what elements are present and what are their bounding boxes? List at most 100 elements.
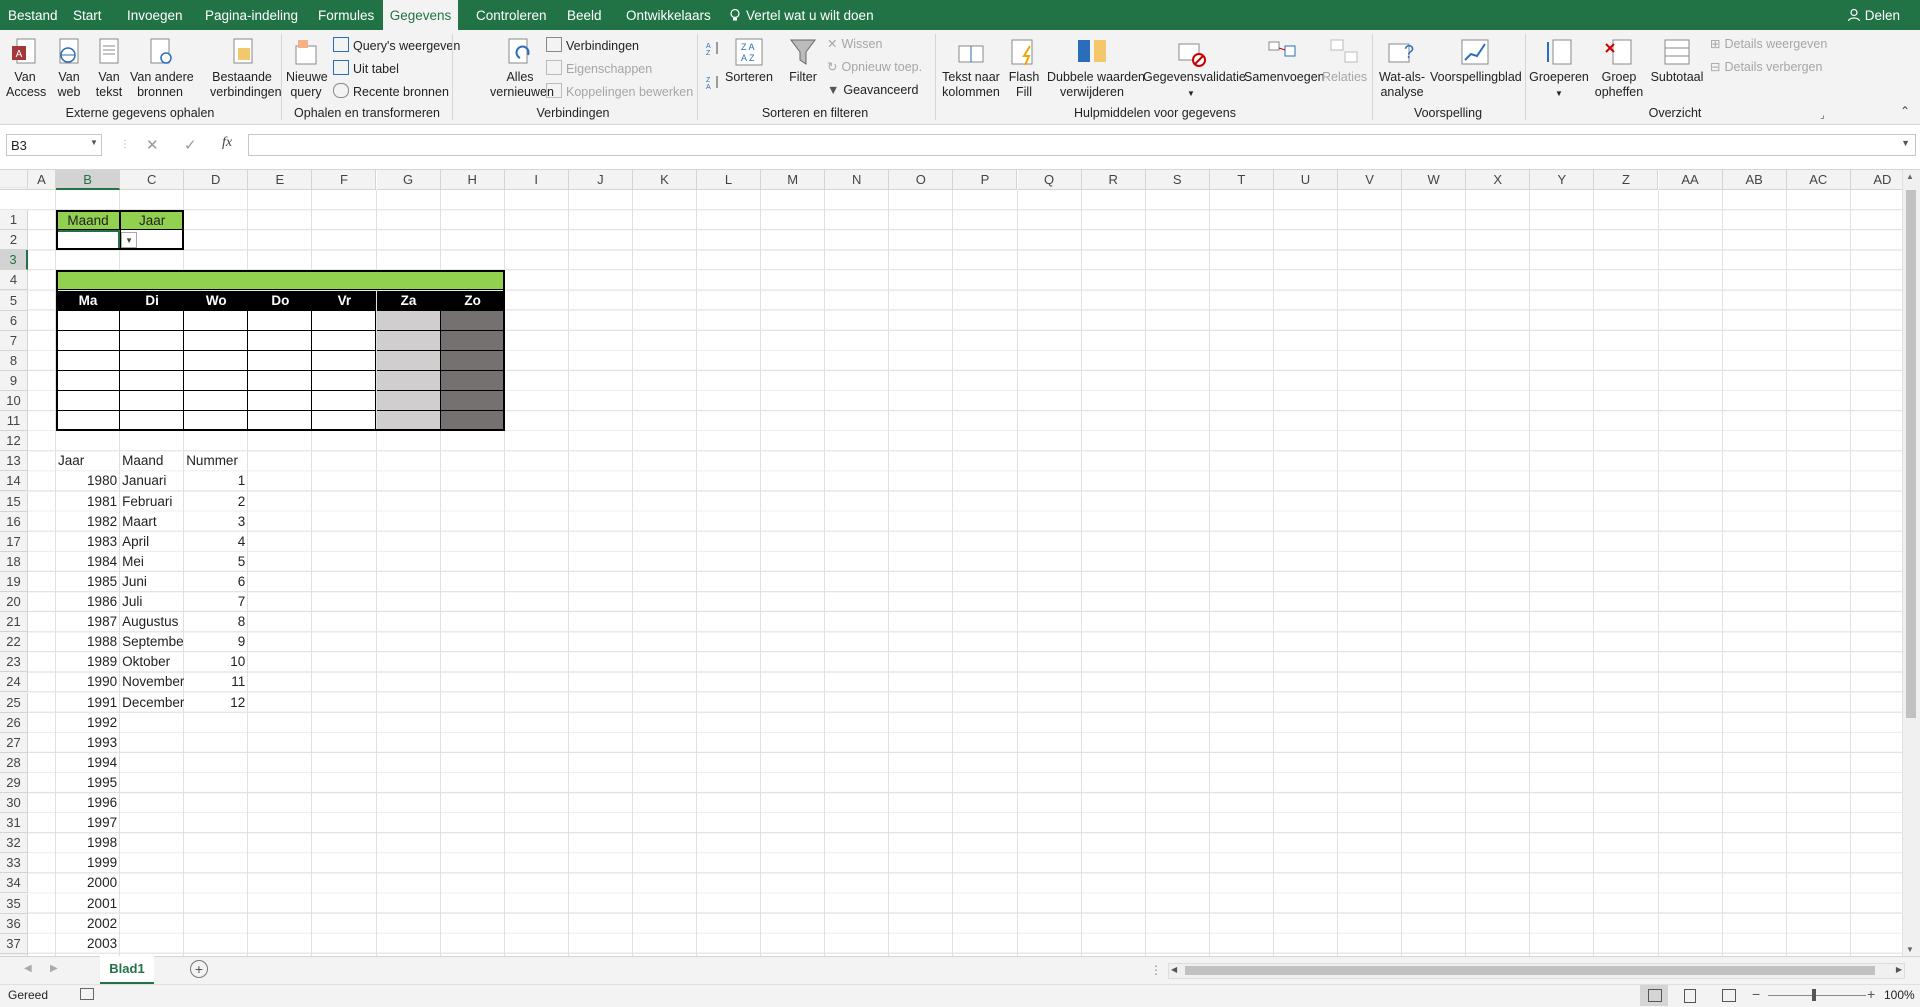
row-header-4[interactable]: 4 [0,270,28,291]
row-header-10[interactable]: 10 [0,391,28,411]
month-value[interactable]: Mei [120,552,184,572]
flash-fill-button[interactable]: Flash Fill [1006,36,1042,100]
row-header-25[interactable]: 25 [0,692,28,713]
add-sheet-icon[interactable]: + [190,960,208,978]
column-header-E[interactable]: E [248,170,313,190]
year-value[interactable]: 2002 [56,914,120,934]
zoom-out-icon[interactable]: − [1752,986,1760,1002]
properties-button[interactable]: Eigenschappen [546,60,652,77]
year-value[interactable]: 1985 [56,572,120,592]
month-number-value[interactable]: 6 [184,572,248,592]
edit-links-button[interactable]: Koppelingen bewerken [546,83,693,100]
vertical-scroll-thumb[interactable] [1906,190,1916,718]
row-header-3[interactable]: 3 [0,250,28,271]
column-header-Z[interactable]: Z [1594,170,1659,190]
column-header-H[interactable]: H [440,170,505,190]
tab-ontwikkelaars[interactable]: Ontwikkelaars [626,0,711,30]
year-value[interactable]: 1990 [56,672,120,692]
year-value[interactable]: 1991 [56,693,120,713]
row-header-14[interactable]: 14 [0,471,28,492]
row-header-26[interactable]: 26 [0,712,28,733]
reapply-button[interactable]: ↻ Opnieuw toep. [827,60,922,75]
row-header-9[interactable]: 9 [0,370,28,391]
month-value[interactable]: Juni [120,572,184,592]
row-header-18[interactable]: 18 [0,551,28,572]
year-value[interactable]: 1987 [56,612,120,632]
name-box-dropdown-icon[interactable]: ▼ [90,138,98,147]
row-header-21[interactable]: 21 [0,612,28,633]
column-header-W[interactable]: W [1402,170,1467,190]
row-header-31[interactable]: 31 [0,813,28,834]
insert-function-icon[interactable]: fx [222,135,232,151]
year-value[interactable]: 2003 [56,934,120,954]
sort-az-button[interactable]: AZ [706,40,722,60]
collapse-ribbon-icon[interactable]: ⌃ [1900,104,1910,119]
column-header-A[interactable]: A [28,170,56,190]
row-header-34[interactable]: 34 [0,873,28,894]
year-value[interactable]: 1997 [56,813,120,833]
hide-details-button[interactable]: ⊟ Details verbergen [1710,60,1822,75]
month-value[interactable]: Februari [120,492,184,512]
row-header-2[interactable]: 2 [0,230,28,251]
year-value[interactable]: 2000 [56,873,120,893]
expand-formula-icon[interactable]: ▼ [1901,138,1910,148]
row-header-32[interactable]: 32 [0,833,28,854]
year-value[interactable]: 1998 [56,833,120,853]
row-header-33[interactable]: 33 [0,853,28,874]
year-value[interactable]: 2001 [56,894,120,914]
tab-bestand[interactable]: Bestand [8,0,58,30]
month-value[interactable]: Oktober [120,652,184,672]
column-header-U[interactable]: U [1273,170,1338,190]
zoom-in-icon[interactable]: + [1867,986,1875,1002]
row-header-17[interactable]: 17 [0,531,28,552]
column-header-V[interactable]: V [1338,170,1403,190]
column-header-F[interactable]: F [312,170,377,190]
year-value[interactable]: 1983 [56,532,120,552]
column-header-T[interactable]: T [1209,170,1274,190]
row-header-12[interactable]: 12 [0,431,28,452]
year-value[interactable]: 1994 [56,753,120,773]
tell-me-box[interactable]: Vertel wat u wilt doen [728,0,874,30]
month-value[interactable]: Juli [120,592,184,612]
column-header-D[interactable]: D [184,170,249,190]
row-header-1[interactable]: 1 [0,210,28,231]
column-header-K[interactable]: K [632,170,697,190]
horizontal-scrollbar[interactable]: ◀ ▶ [1168,963,1905,979]
tab-beeld[interactable]: Beeld [567,0,602,30]
month-number-value[interactable]: 1 [184,471,248,491]
row-header-35[interactable]: 35 [0,893,28,914]
group-button[interactable]: Groeperen ▼ [1528,36,1590,101]
spreadsheet-grid[interactable]: A B C D E F G H I J K L M N O P Q R S T U V W X Y Z AA AB AC AD 1 2 3 4 5 6… [0,170,1920,956]
from-text-button[interactable]: Van tekst [92,36,126,100]
column-header-AA[interactable]: AA [1658,170,1723,190]
page-layout-icon[interactable] [1684,989,1696,1003]
month-value[interactable]: November [120,672,184,692]
column-header-M[interactable]: M [761,170,826,190]
month-value[interactable]: September [120,632,184,652]
column-header-O[interactable]: O [889,170,954,190]
from-other-sources-button[interactable]: Van andere bronnen [130,36,194,100]
forecast-sheet-button[interactable]: Voorspellingblad [1430,36,1522,85]
month-value[interactable]: December [120,693,184,713]
row-header-30[interactable]: 30 [0,793,28,813]
scroll-sheets-left-icon[interactable]: ◀ [24,963,32,974]
column-header-AB[interactable]: AB [1722,170,1787,190]
row-header-5[interactable]: 5 [0,290,28,311]
page-break-preview-icon[interactable] [1722,989,1736,1002]
refresh-all-button[interactable]: Alles vernieuwen [490,36,554,100]
tab-formules[interactable]: Formules [318,0,374,30]
column-header-B[interactable]: B [56,170,121,190]
year-value[interactable]: 1995 [56,773,120,793]
name-box[interactable]: B3 [6,134,102,156]
macro-record-icon[interactable] [80,988,94,1000]
tab-start[interactable]: Start [73,0,102,30]
month-number-value[interactable]: 10 [184,652,248,672]
split-handle-icon[interactable]: ⋮ [1150,963,1162,977]
column-header-AC[interactable]: AC [1786,170,1851,190]
sheet-tab-blad1[interactable]: Blad1 [100,956,154,985]
sort-za-button[interactable]: ZA [706,74,722,94]
column-header-X[interactable]: X [1466,170,1531,190]
month-number-value[interactable]: 8 [184,612,248,632]
year-value[interactable]: 1993 [56,733,120,753]
row-header-7[interactable]: 7 [0,330,28,351]
